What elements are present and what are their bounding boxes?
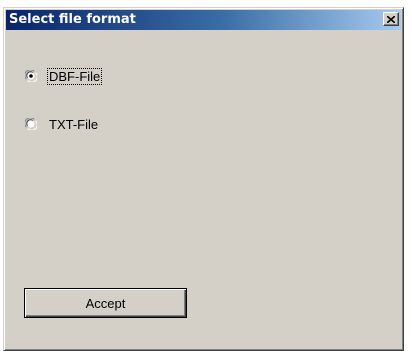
select-file-format-dialog: Select file format DBF-File TXT-File Acc… <box>3 7 404 351</box>
radio-dbf-file[interactable]: DBF-File <box>25 67 103 85</box>
close-icon <box>387 15 395 23</box>
dbf-file-label: DBF-File <box>46 67 103 85</box>
accept-button[interactable]: Accept <box>24 288 187 318</box>
radio-txt-indicator[interactable] <box>25 118 37 130</box>
txt-file-label: TXT-File <box>49 116 99 132</box>
dialog-title: Select file format <box>9 12 136 27</box>
radio-txt-file[interactable]: TXT-File <box>25 115 99 133</box>
close-button[interactable] <box>383 12 399 26</box>
radio-dbf-indicator[interactable] <box>25 70 37 82</box>
title-bar[interactable]: Select file format <box>6 10 401 30</box>
